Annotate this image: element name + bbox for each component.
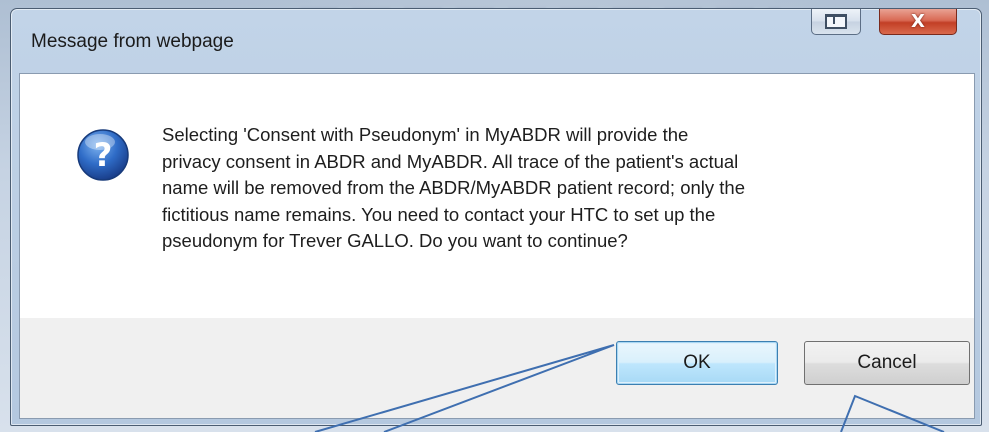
close-button[interactable]: X (879, 9, 957, 35)
cancel-button[interactable]: Cancel (804, 341, 970, 385)
question-icon: ? (77, 129, 129, 181)
dialog-message: Selecting 'Consent with Pseudonym' in My… (162, 124, 745, 251)
restore-icon (825, 14, 847, 29)
message-dialog: Message from webpage X ? Selecting 'Cons… (10, 8, 982, 426)
svg-text:?: ? (94, 136, 113, 174)
close-icon: X (911, 10, 925, 32)
dialog-content: ? Selecting 'Consent with Pseudonym' in … (20, 74, 974, 318)
restore-button[interactable] (811, 9, 861, 35)
dialog-titlebar[interactable]: Message from webpage X (11, 9, 981, 75)
ok-button[interactable]: OK (616, 341, 778, 385)
dialog-title: Message from webpage (31, 31, 234, 52)
dialog-body: ? Selecting 'Consent with Pseudonym' in … (19, 73, 975, 419)
